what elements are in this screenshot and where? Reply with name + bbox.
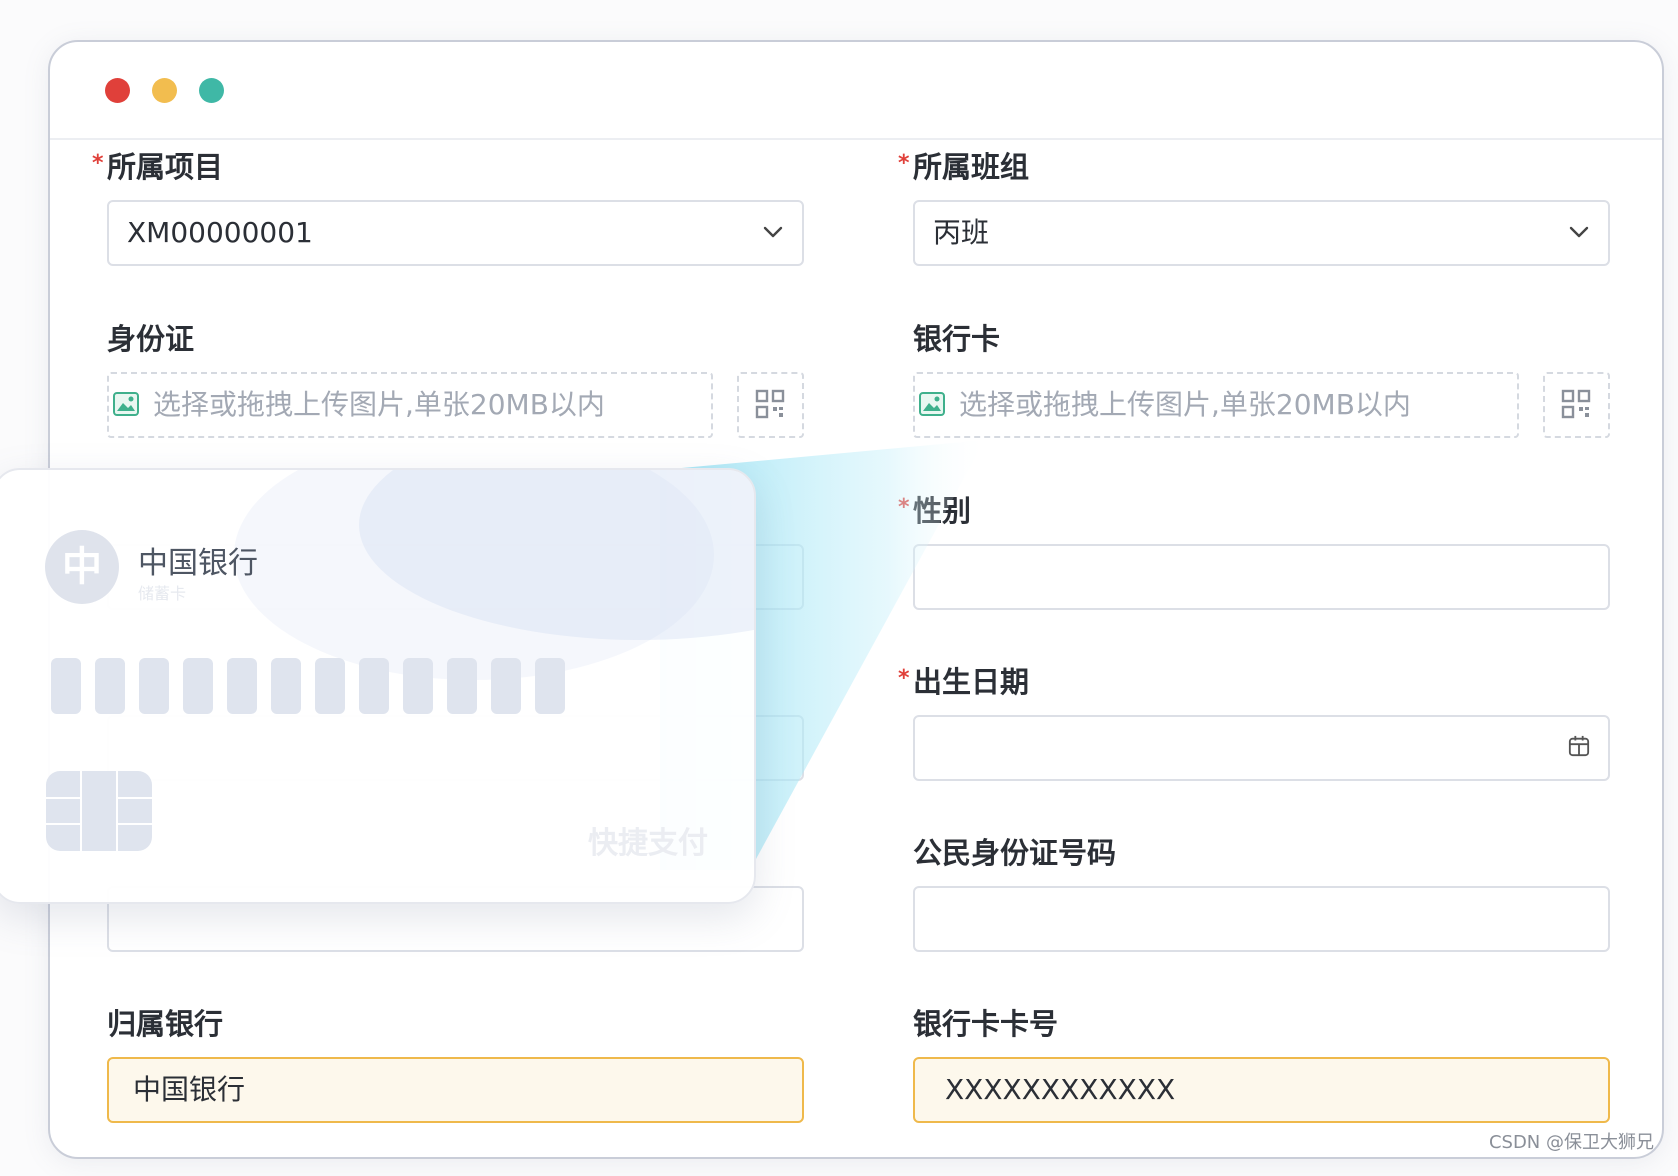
chevron-down-icon	[1569, 226, 1589, 238]
required-mark: *	[898, 495, 910, 520]
calendar-icon	[1568, 735, 1590, 757]
id-card-upload[interactable]: 选择或拖拽上传图片,单张20MB以内	[107, 372, 713, 438]
card-digit-block	[227, 658, 257, 714]
project-select-value: XM00000001	[127, 216, 313, 249]
bank-card-scan-button[interactable]	[1543, 372, 1610, 438]
id-card-upload-text: 选择或拖拽上传图片,单张20MB以内	[153, 388, 605, 421]
gender-input[interactable]	[913, 544, 1610, 610]
birth-date-picker[interactable]	[913, 715, 1610, 781]
team-select-value: 丙班	[933, 216, 990, 249]
id-card-label: 身份证	[107, 322, 195, 356]
card-digit-block	[271, 658, 301, 714]
watermark: CSDN @保卫大狮兄	[1488, 1132, 1654, 1153]
card-digit-block	[183, 658, 213, 714]
card-digit-block	[447, 658, 477, 714]
required-mark: *	[92, 151, 104, 176]
bank-card-no-field: 银行卡卡号 XXXXXXXXXXXX	[913, 1007, 1610, 1127]
bank-label: 归属银行	[107, 1007, 224, 1041]
qr-code-icon	[755, 389, 785, 419]
gender-label: * 性别	[898, 494, 971, 528]
citizen-id-field: 公民身份证号码	[913, 836, 1610, 956]
card-digit-block	[139, 658, 169, 714]
quick-pay-label: 快捷支付	[588, 826, 708, 861]
bank-logo: 中	[45, 530, 119, 604]
card-type: 储蓄卡	[138, 584, 187, 603]
citizen-id-label: 公民身份证号码	[913, 836, 1117, 870]
bank-input[interactable]: 中国银行	[107, 1057, 804, 1123]
bank-card-field: 银行卡 选择或拖拽上传图片,单张20MB以内	[913, 322, 1610, 442]
card-digit-block	[535, 658, 565, 714]
project-field: * 所属项目 XM00000001	[92, 150, 804, 270]
bank-input-value: 中国银行	[133, 1073, 246, 1106]
team-select[interactable]: 丙班	[913, 200, 1610, 266]
card-digit-block	[51, 658, 81, 714]
citizen-id-input[interactable]	[913, 886, 1610, 952]
bank-card-label: 银行卡	[913, 322, 1001, 356]
bank-card-no-value: XXXXXXXXXXXX	[945, 1073, 1176, 1106]
title-bar	[50, 42, 1662, 140]
card-digit-block	[491, 658, 521, 714]
bank-card-no-input[interactable]: XXXXXXXXXXXX	[913, 1057, 1610, 1123]
birth-date-field: * 出生日期	[898, 665, 1610, 785]
card-chip	[46, 771, 152, 851]
bank-card-no-label: 银行卡卡号	[913, 1007, 1059, 1041]
bank-field: 归属银行 中国银行	[107, 1007, 804, 1127]
card-digit-block	[315, 658, 345, 714]
required-mark: *	[898, 151, 910, 176]
bank-card-preview: 中 中国银行 储蓄卡 快捷支付	[0, 468, 756, 904]
card-digit-block	[403, 658, 433, 714]
minimize-window-button[interactable]	[152, 78, 177, 103]
project-select[interactable]: XM00000001	[107, 200, 804, 266]
gender-field: * 性别	[898, 494, 1610, 614]
card-bank-name: 中国银行	[138, 546, 258, 581]
project-label: * 所属项目	[92, 150, 223, 184]
bank-card-upload-text: 选择或拖拽上传图片,单张20MB以内	[959, 388, 1411, 421]
chevron-down-icon	[763, 226, 783, 238]
maximize-window-button[interactable]	[199, 78, 224, 103]
team-label: * 所属班组	[898, 150, 1029, 184]
close-window-button[interactable]	[105, 78, 130, 103]
qr-code-icon	[1561, 389, 1591, 419]
birth-date-label: * 出生日期	[898, 665, 1029, 699]
id-card-scan-button[interactable]	[737, 372, 804, 438]
required-mark: *	[898, 666, 910, 691]
card-digit-block	[95, 658, 125, 714]
card-digit-block	[359, 658, 389, 714]
id-card-field: 身份证 选择或拖拽上传图片,单张20MB以内	[107, 322, 804, 442]
image-icon	[113, 392, 139, 416]
bank-card-upload[interactable]: 选择或拖拽上传图片,单张20MB以内	[913, 372, 1519, 438]
image-icon	[919, 392, 945, 416]
team-field: * 所属班组 丙班	[898, 150, 1610, 270]
